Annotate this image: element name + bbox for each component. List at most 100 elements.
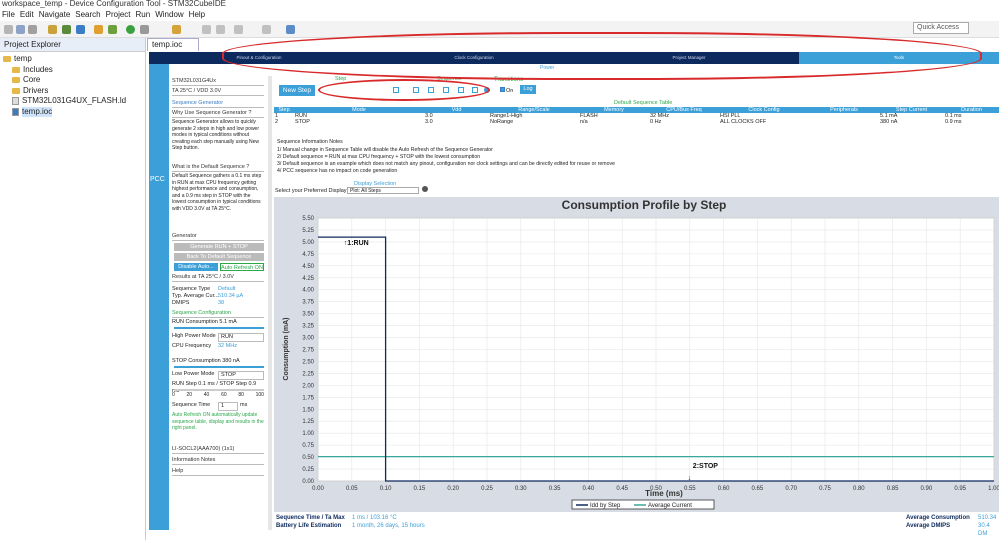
quick-access-input[interactable]: Quick Access	[913, 22, 969, 34]
cell: NoRange	[490, 119, 514, 125]
disable-auto-button[interactable]: Disable Auto...	[174, 263, 218, 271]
menu-search[interactable]: Search	[75, 10, 100, 19]
y-tick-label: 4.75	[302, 252, 314, 258]
transitions-on-checkbox[interactable]: On	[500, 87, 513, 94]
tree-item-core[interactable]: Core	[0, 75, 145, 86]
y-tick-label: 2.50	[302, 359, 314, 365]
cell: 0.9 ms	[945, 119, 962, 125]
y-tick-label: 0.00	[302, 479, 314, 485]
y-tick-label: 0.25	[302, 467, 314, 473]
consumption-chart[interactable]: Consumption Profile by Step Consumption …	[274, 197, 999, 512]
x-tick-label: 0.75	[819, 486, 831, 492]
save-all-icon[interactable]	[28, 25, 37, 34]
forward-icon[interactable]	[262, 25, 271, 34]
tree-item-drivers[interactable]: Drivers	[0, 86, 145, 97]
annotation-red-circle	[318, 79, 490, 101]
menu-file[interactable]: File	[2, 10, 15, 19]
dmips-label: DMIPS	[172, 300, 190, 306]
debug-icon[interactable]	[62, 25, 71, 34]
menu-navigate[interactable]: Navigate	[39, 10, 71, 19]
seq-time-input[interactable]: 1	[218, 402, 238, 411]
avg-current-value: 510.34 µA	[218, 293, 244, 299]
y-tick-label: 5.50	[302, 216, 314, 222]
lp-mode-select[interactable]: STOP	[218, 371, 264, 380]
plot-select[interactable]: Plot: All Steps	[347, 187, 419, 194]
tree-item-includes[interactable]: Includes	[0, 65, 145, 76]
next-annotation-icon[interactable]	[216, 25, 225, 34]
footer-seq-time-value: 1 ms / 103.16 °C	[352, 515, 397, 521]
y-tick-label: 2.00	[302, 383, 314, 389]
run-consumption-slider[interactable]	[174, 327, 264, 329]
x-tick-label: 0.30	[515, 486, 527, 492]
x-tick-label: 0.80	[853, 486, 865, 492]
table-row[interactable]: 2 STOP 3.0 NoRange n/a 0 Hz ALL CLOCKS OFF 380 …	[274, 119, 999, 125]
dmips-value: 38	[218, 300, 225, 306]
generate-button[interactable]: Generate RUN + STOP	[174, 243, 264, 251]
new-step-button[interactable]: New Step	[279, 85, 315, 96]
new-icon[interactable]	[4, 25, 13, 34]
seq-time-unit[interactable]: ms	[240, 402, 247, 409]
menu-window[interactable]: Window	[155, 10, 183, 19]
ratio-slider[interactable]	[174, 389, 264, 391]
play-icon[interactable]	[126, 25, 135, 34]
tree-item-ioc[interactable]: temp.ioc	[0, 106, 145, 117]
conditions[interactable]: TA 25°C / VDD 3.0V	[172, 88, 264, 96]
y-tick-label: 5.00	[302, 240, 314, 246]
x-tick-label: 0.95	[954, 486, 966, 492]
footer-seq-time-label: Sequence Time / Ta Max	[276, 515, 345, 521]
menu-help[interactable]: Help	[189, 10, 205, 19]
back-default-button[interactable]: Back To Default Sequence	[174, 253, 264, 261]
x-tick-label: 0.35	[549, 486, 561, 492]
sequence-table: Step Mode Vdd Range/Scale Memory CPU/Bus…	[274, 107, 999, 125]
menu-project[interactable]: Project	[106, 10, 131, 19]
folder-icon	[12, 87, 20, 94]
what-expander[interactable]: What is the Default Sequence ?	[172, 164, 264, 172]
notes-title: Sequence Information Notes	[277, 139, 343, 145]
editor-tab-temp-ioc[interactable]: temp.ioc	[147, 38, 199, 51]
why-expander[interactable]: Why Use Sequence Generator ?	[172, 110, 264, 118]
log-button[interactable]: Log	[520, 85, 536, 94]
menu-run[interactable]: Run	[136, 10, 151, 19]
help-expander[interactable]: Help	[172, 468, 264, 476]
auto-refresh-toggle[interactable]: Auto Refresh ON	[220, 263, 264, 271]
pcc-sidebar	[149, 64, 169, 530]
footer-battery-value: 1 month, 26 days, 15 hours	[352, 523, 425, 529]
package-icon[interactable]	[94, 25, 103, 34]
save-icon[interactable]	[16, 25, 25, 34]
info-notes-expander[interactable]: Information Notes	[172, 457, 264, 465]
back-icon[interactable]	[234, 25, 243, 34]
open-perspective-icon[interactable]	[286, 25, 295, 34]
x-tick-label: 0.50	[650, 486, 662, 492]
settings-icon[interactable]	[76, 25, 85, 34]
x-tick-label: 0.55	[684, 486, 696, 492]
device-name[interactable]: STM32L031G4Ux	[172, 78, 264, 86]
cell	[809, 119, 879, 125]
external-tools-icon[interactable]	[140, 25, 149, 34]
pcc-label[interactable]: PCC	[150, 176, 165, 183]
x-tick-label: 0.90	[921, 486, 933, 492]
x-tick-label: 0.45	[616, 486, 628, 492]
y-tick-label: 5.25	[302, 228, 314, 234]
run-consumption: RUN Consumption 5.1 mA	[172, 319, 237, 325]
seq-gen-title: Sequence Generator	[172, 100, 264, 108]
y-tick-label: 0.50	[302, 455, 314, 461]
menu-edit[interactable]: Edit	[20, 10, 34, 19]
build-icon[interactable]	[48, 25, 57, 34]
note-line: 2/ Default sequence = RUN at max CPU fre…	[277, 154, 481, 160]
stop-consumption-slider[interactable]	[174, 366, 264, 368]
folder-icon	[12, 66, 20, 73]
prev-annotation-icon[interactable]	[202, 25, 211, 34]
run-icon[interactable]	[108, 25, 117, 34]
tree-item-project[interactable]: temp	[0, 54, 145, 65]
hp-mode-select[interactable]: RUN	[218, 333, 264, 342]
why-text: Sequence Generator allows to quickly gen…	[172, 119, 260, 151]
cpu-freq-value[interactable]: 32 MHz	[218, 343, 237, 350]
info-icon[interactable]	[422, 186, 428, 192]
results-title: Results at TA 25°C / 3.0V	[172, 274, 264, 282]
y-tick-label: 3.50	[302, 312, 314, 318]
y-tick-label: 0.75	[302, 443, 314, 449]
tree-item-linker[interactable]: STM32L031G4UX_FLASH.ld	[0, 96, 145, 107]
search-icon[interactable]	[172, 25, 181, 34]
battery-expander[interactable]: LI-SOCL2(AAA700) (1x1)	[172, 446, 264, 454]
avg-current-label: Typ. Average Cur...	[172, 293, 219, 299]
